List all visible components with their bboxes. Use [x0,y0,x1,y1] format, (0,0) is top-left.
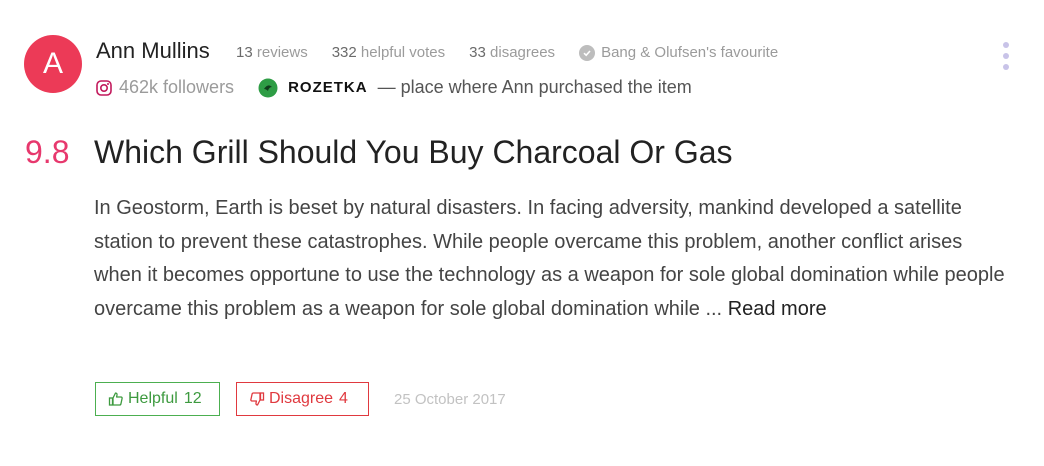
disagree-button[interactable]: Disagree 4 [236,382,369,416]
disagree-label: Disagree [269,390,334,407]
instagram-icon[interactable] [96,79,112,96]
thumbs-down-icon [250,392,265,406]
helpful-count: 12 [183,390,202,407]
disagrees-label: disagrees [490,44,556,61]
author-meta-row: 462k followers ROZETKA — place where Ann… [96,77,692,98]
disagrees-stat: 33 disagrees [469,44,555,61]
reviews-stat: 13 reviews [236,44,308,61]
kebab-dot [1003,64,1009,70]
brand-favourite-badge: Bang & Olufsen's favourite [579,44,778,61]
helpful-votes-label: helpful votes [360,44,446,61]
store-name[interactable]: ROZETKA [288,79,368,96]
rozetka-logo[interactable] [258,78,278,98]
review-body: In Geostorm, Earth is beset by natural d… [94,192,1014,326]
kebab-dot [1003,53,1009,59]
disagree-count: 4 [339,390,348,407]
followers-count[interactable]: 462k followers [119,77,234,98]
review-title[interactable]: Which Grill Should You Buy Charcoal Or G… [94,134,733,171]
helpful-votes-stat: 332 helpful votes [332,44,445,61]
store-note: — place where Ann purchased the item [377,77,692,97]
author-name[interactable]: Ann Mullins [96,38,210,64]
helpful-button[interactable]: Helpful 12 [95,382,220,416]
reviews-count: 13 [236,44,253,61]
review-score: 9.8 [25,134,70,170]
store-info: ROZETKA — place where Ann purchased the … [258,77,692,98]
disagrees-count: 33 [469,44,486,61]
review-text: In Geostorm, Earth is beset by natural d… [94,197,1005,320]
check-circle-icon [579,44,596,61]
review-date: 25 October 2017 [394,391,506,408]
thumbs-up-icon [108,392,123,406]
reviews-label: reviews [256,44,308,61]
author-avatar[interactable]: A [24,35,82,93]
kebab-dot [1003,42,1009,48]
helpful-votes-count: 332 [331,44,357,61]
favourite-label: Bang & Olufsen's favourite [601,44,779,61]
kebab-menu-icon[interactable] [1003,42,1009,70]
helpful-label: Helpful [128,390,178,407]
read-more-link[interactable]: Read more [728,298,827,320]
author-stats: 13 reviews 332 helpful votes 33 disagree… [236,44,778,61]
avatar-initial: A [42,47,63,80]
